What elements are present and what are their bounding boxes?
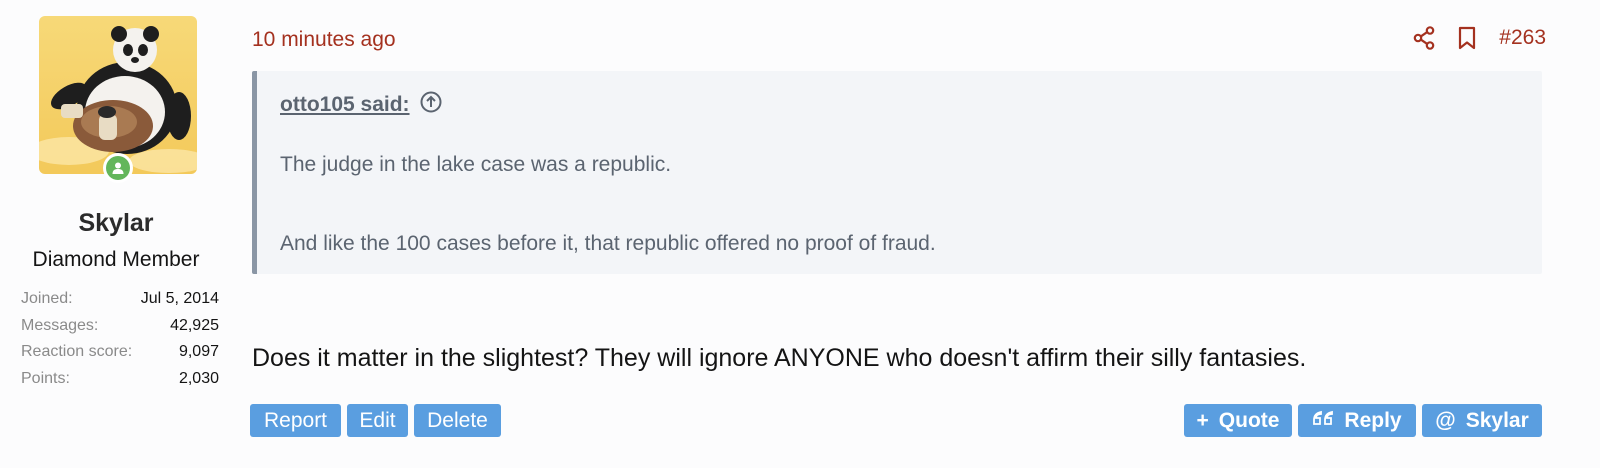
avatar[interactable] — [39, 16, 197, 174]
arrow-up-circle-icon[interactable] — [420, 91, 442, 119]
mention-button-label: Skylar — [1465, 408, 1529, 432]
post-actions: #263 — [1413, 26, 1546, 50]
quote-author-link[interactable]: otto105 said: — [280, 93, 410, 117]
post-attribution: 10 minutes ago #263 — [252, 26, 1546, 56]
stat-points: Points: 2,030 — [21, 366, 219, 393]
delete-button[interactable]: Delete — [414, 404, 501, 437]
stat-label: Joined: — [21, 290, 73, 307]
reply-button[interactable]: Reply — [1298, 404, 1416, 437]
edit-button[interactable]: Edit — [347, 404, 408, 437]
quote-block: otto105 said: The judge in the lake case… — [252, 71, 1542, 274]
message-cell: 10 minutes ago #263 otto105 said: The ju… — [250, 0, 1546, 468]
bookmark-icon[interactable] — [1457, 26, 1477, 50]
share-icon[interactable] — [1413, 26, 1435, 50]
user-title: Diamond Member — [32, 248, 200, 271]
reply-button-label: Reply — [1344, 408, 1402, 432]
stat-value[interactable]: 2,030 — [179, 366, 219, 393]
stat-value[interactable]: 42,925 — [170, 313, 219, 340]
plus-icon: + — [1196, 408, 1209, 432]
stat-reaction-score: Reaction score: 9,097 — [21, 339, 219, 366]
stat-value: 9,097 — [178, 343, 219, 360]
stat-value: Jul 5, 2014 — [140, 290, 219, 307]
username[interactable]: Skylar — [14, 209, 218, 238]
user-stats: Joined: Jul 5, 2014 Messages: 42,925 Rea… — [21, 286, 219, 392]
quote-line: The judge in the lake case was a republi… — [280, 153, 672, 176]
quote-marks-icon — [1312, 409, 1334, 433]
quote-title: otto105 said: — [280, 91, 442, 119]
quote-button[interactable]: + Quote — [1184, 404, 1292, 437]
at-icon: @ — [1435, 408, 1456, 432]
stat-label: Messages: — [21, 316, 99, 334]
post-number[interactable]: #263 — [1499, 26, 1546, 50]
stat-joined: Joined: Jul 5, 2014 — [21, 286, 219, 313]
online-status-icon — [103, 153, 133, 183]
report-button[interactable]: Report — [250, 404, 341, 437]
avatar-wrap — [39, 16, 197, 183]
post-time[interactable]: 10 minutes ago — [252, 28, 396, 52]
quote-button-label: Quote — [1218, 408, 1280, 432]
stat-messages: Messages: 42,925 — [21, 313, 219, 340]
mention-button[interactable]: @ Skylar — [1422, 404, 1542, 437]
post-body: Does it matter in the slightest? They wi… — [252, 344, 1307, 372]
stat-label: Reaction score: — [21, 343, 133, 360]
forum-post: Skylar Diamond Member Joined: Jul 5, 201… — [0, 0, 1600, 468]
stat-label: Points: — [21, 369, 70, 387]
quote-line: And like the 100 cases before it, that r… — [280, 232, 936, 255]
user-cell: Skylar Diamond Member Joined: Jul 5, 201… — [14, 16, 219, 392]
